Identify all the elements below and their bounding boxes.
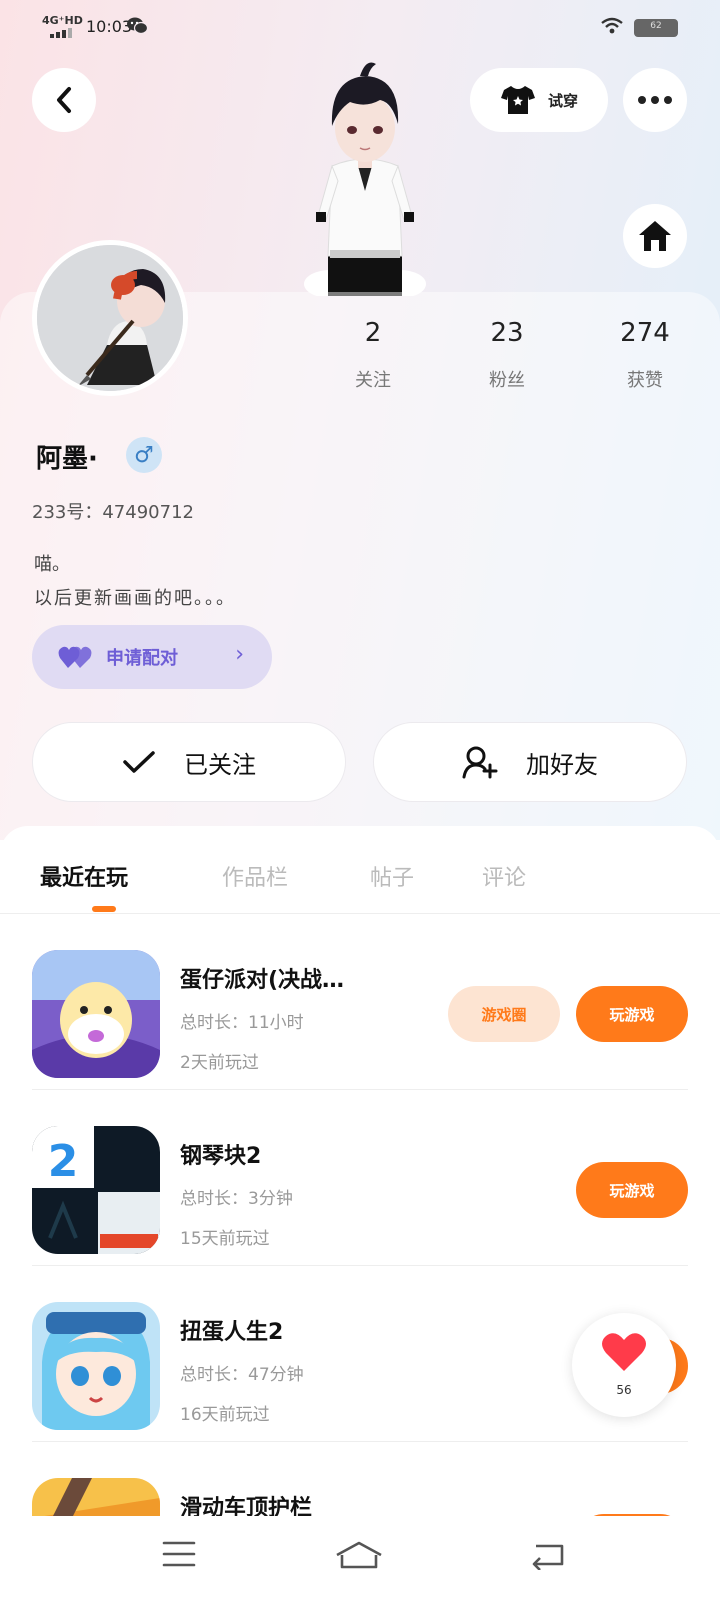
tab-posts[interactable]: 帖子 — [370, 860, 414, 892]
game-last-played: 16天前玩过 — [180, 1405, 270, 1425]
game-last-played: 2天前玩过 — [180, 1053, 259, 1073]
try-on-label: 试穿 — [547, 91, 578, 110]
wifi-icon — [601, 17, 623, 34]
likes-count: 274 — [620, 318, 670, 348]
more-options-button[interactable] — [623, 68, 687, 132]
signal-icon — [50, 28, 72, 38]
battery-icon: 62 — [634, 19, 678, 37]
double-heart-icon — [58, 646, 92, 668]
tab-comments[interactable]: 评论 — [482, 860, 526, 892]
following-stat[interactable]: 2 关注 — [318, 318, 428, 392]
chevron-right-icon: › — [235, 642, 244, 667]
apply-match-label: 申请配对 — [106, 648, 178, 669]
game-row[interactable]: 蛋仔派对(决战… 总时长：11小时 2天前玩过 游戏圈 玩游戏 — [0, 914, 720, 1090]
content-tabs: 最近在玩 作品栏 帖子 评论 — [0, 826, 720, 914]
bio-line-1: 喵。 — [34, 554, 70, 575]
network-indicator: 4G⁺HD — [42, 14, 83, 27]
profile-avatar[interactable] — [32, 240, 188, 396]
add-friend-button[interactable]: 加好友 — [373, 722, 687, 802]
game-icon-eggy-party[interactable] — [32, 950, 160, 1078]
game-icon-gacha-life-2[interactable] — [32, 1302, 160, 1430]
game-last-played: 15天前玩过 — [180, 1229, 270, 1249]
avatar-image — [37, 245, 183, 391]
following-count: 2 — [364, 318, 382, 348]
play-game-button[interactable]: 玩游戏 — [576, 986, 688, 1042]
home-nav-icon[interactable] — [334, 1540, 384, 1570]
apply-match-button[interactable]: 申请配对 › — [32, 625, 272, 689]
add-friend-label: 加好友 — [526, 750, 598, 779]
home-icon — [639, 221, 671, 251]
game-name: 蛋仔派对(决战… — [180, 968, 345, 993]
game-total-time: 总时长：3分钟 — [180, 1189, 293, 1209]
followed-label: 已关注 — [184, 750, 256, 779]
fans-label: 粉丝 — [489, 370, 525, 391]
home-button[interactable] — [623, 204, 687, 268]
tab-works[interactable]: 作品栏 — [222, 860, 288, 892]
character-avatar-image — [304, 62, 426, 296]
game-name: 扭蛋人生2 — [180, 1320, 284, 1345]
play-game-button[interactable]: 玩游戏 — [576, 1162, 688, 1218]
followed-button[interactable]: 已关注 — [32, 722, 346, 802]
account-id[interactable]: 233号：47490712 — [32, 498, 194, 524]
back-button[interactable] — [32, 68, 96, 132]
username: 阿墨· — [36, 444, 98, 474]
like-count: 56 — [616, 1383, 632, 1397]
fans-stat[interactable]: 23 粉丝 — [452, 318, 562, 392]
gender-symbol: ♂ — [134, 442, 154, 468]
more-icon — [638, 96, 672, 104]
back-nav-icon[interactable] — [530, 1540, 566, 1570]
checkmark-icon — [123, 751, 155, 773]
likes-label: 获赞 — [627, 370, 663, 391]
svg-text:2: 2 — [48, 1136, 79, 1187]
game-name: 钢琴块2 — [180, 1144, 262, 1169]
menu-icon[interactable] — [162, 1540, 196, 1568]
wechat-icon — [127, 17, 148, 35]
tshirt-icon — [500, 86, 535, 114]
game-total-time: 总时长：47分钟 — [180, 1365, 304, 1385]
chevron-left-icon — [57, 87, 71, 113]
battery-level: 62 — [650, 21, 662, 31]
active-tab-indicator — [92, 906, 116, 912]
status-bar: 4G⁺HD 10:03 62 — [0, 0, 720, 56]
try-on-button[interactable]: 试穿 — [470, 68, 608, 132]
add-user-icon — [462, 746, 498, 779]
game-row[interactable]: 2 钢琴块2 总时长：3分钟 15天前玩过 玩游戏 — [0, 1090, 720, 1266]
game-total-time: 总时长：11小时 — [180, 1013, 304, 1033]
fans-count: 23 — [490, 318, 524, 348]
bio-line-2: 以后更新画画的吧。。。 — [34, 588, 236, 609]
tab-recently-played[interactable]: 最近在玩 — [40, 860, 128, 892]
game-icon-piano-tiles-2[interactable]: 2 — [32, 1126, 160, 1254]
like-button[interactable]: 56 — [572, 1313, 676, 1417]
following-label: 关注 — [355, 370, 391, 391]
system-navigation-bar — [0, 1516, 720, 1600]
likes-stat[interactable]: 274 获赞 — [590, 318, 700, 392]
male-gender-icon: ♂ — [126, 437, 162, 473]
heart-icon — [602, 1333, 646, 1371]
game-circle-button[interactable]: 游戏圈 — [448, 986, 560, 1042]
